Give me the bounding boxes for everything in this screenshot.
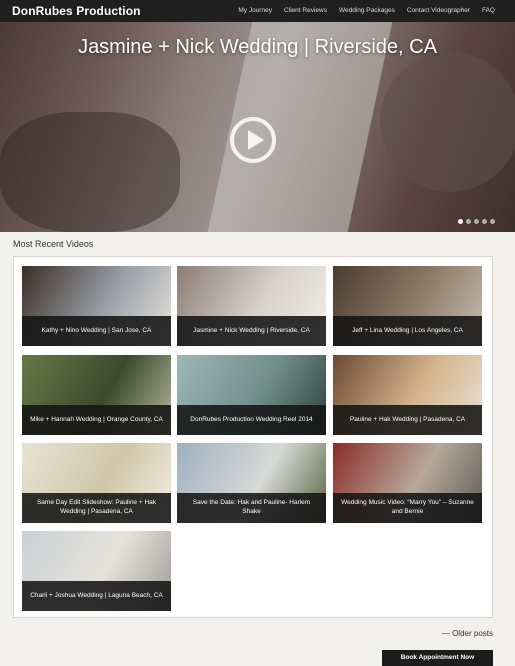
video-title[interactable]: Charli + Joshua Wedding | Laguna Beach, … bbox=[22, 581, 171, 611]
main-menu: My Journey Client Reviews Wedding Packag… bbox=[238, 7, 495, 14]
hero-video[interactable]: Jasmine + Nick Wedding | Riverside, CA bbox=[0, 22, 515, 232]
hero-title: Jasmine + Nick Wedding | Riverside, CA bbox=[78, 36, 437, 58]
video-card[interactable]: Kathy + Nino Wedding | San Jose, CA bbox=[22, 266, 171, 346]
video-title[interactable]: Save the Date: Hak and Pauline- Harlem S… bbox=[177, 493, 326, 523]
video-title[interactable]: Same Day Edit Slideshow: Pauline + Hak W… bbox=[22, 493, 171, 523]
video-card[interactable]: Mike + Hannah Wedding | Orange County, C… bbox=[22, 355, 171, 435]
video-card[interactable]: Same Day Edit Slideshow: Pauline + Hak W… bbox=[22, 443, 171, 523]
nav-client-reviews[interactable]: Client Reviews bbox=[284, 7, 327, 14]
slider-dot[interactable] bbox=[466, 219, 471, 224]
video-title[interactable]: Wedding Music Video: “Marry You” – Suzan… bbox=[333, 493, 482, 523]
video-card[interactable]: Pauline + Hak Wedding | Pasadena, CA bbox=[333, 355, 482, 435]
video-card[interactable]: DonRubes Production Wedding Reel 2014 bbox=[177, 355, 326, 435]
top-navigation-bar: DonRubes Production My Journey Client Re… bbox=[0, 0, 515, 22]
video-title[interactable]: Jeff + Lina Wedding | Los Angeles, CA bbox=[333, 316, 482, 346]
hero-background-shape bbox=[380, 52, 515, 192]
video-grid: Kathy + Nino Wedding | San Jose, CA Jasmi… bbox=[13, 256, 493, 618]
slider-dots bbox=[458, 219, 495, 224]
video-title[interactable]: Pauline + Hak Wedding | Pasadena, CA bbox=[333, 405, 482, 435]
older-posts-link[interactable]: — Older posts bbox=[442, 629, 493, 638]
brand-logo[interactable]: DonRubes Production bbox=[12, 4, 141, 18]
video-title[interactable]: Jasmine + Nick Wedding | Riverside, CA bbox=[177, 316, 326, 346]
slider-dot[interactable] bbox=[458, 219, 463, 224]
video-title[interactable]: Kathy + Nino Wedding | San Jose, CA bbox=[22, 316, 171, 346]
slider-dot[interactable] bbox=[474, 219, 479, 224]
video-title[interactable]: Mike + Hannah Wedding | Orange County, C… bbox=[22, 405, 171, 435]
nav-contact-videographer[interactable]: Contact Videographer bbox=[407, 7, 470, 14]
video-card[interactable]: Save the Date: Hak and Pauline- Harlem S… bbox=[177, 443, 326, 523]
video-card[interactable]: Charli + Joshua Wedding | Laguna Beach, … bbox=[22, 531, 171, 611]
video-card[interactable]: Jasmine + Nick Wedding | Riverside, CA bbox=[177, 266, 326, 346]
video-title[interactable]: DonRubes Production Wedding Reel 2014 bbox=[177, 405, 326, 435]
video-card[interactable]: Wedding Music Video: “Marry You” – Suzan… bbox=[333, 443, 482, 523]
recent-videos-heading: Most Recent Videos bbox=[13, 239, 94, 249]
slider-dot[interactable] bbox=[482, 219, 487, 224]
video-card[interactable]: Jeff + Lina Wedding | Los Angeles, CA bbox=[333, 266, 482, 346]
play-icon[interactable] bbox=[230, 117, 276, 163]
slider-dot[interactable] bbox=[490, 219, 495, 224]
nav-wedding-packages[interactable]: Wedding Packages bbox=[339, 7, 395, 14]
nav-faq[interactable]: FAQ bbox=[482, 7, 495, 14]
book-appointment-button[interactable]: Book Appointment Now bbox=[382, 650, 493, 666]
hero-background-shape bbox=[0, 112, 180, 232]
nav-my-journey[interactable]: My Journey bbox=[238, 7, 272, 14]
